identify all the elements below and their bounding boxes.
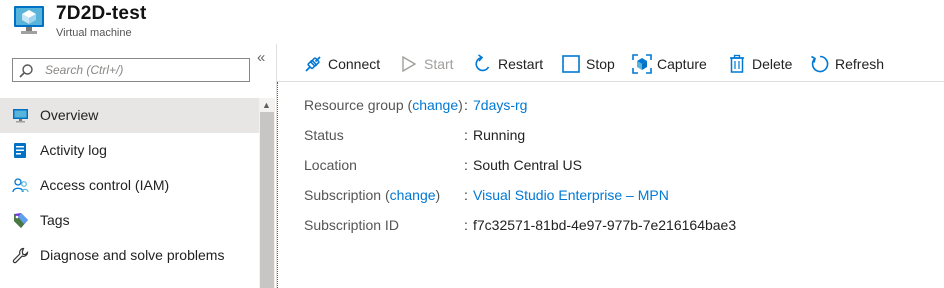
trash-icon bbox=[730, 54, 744, 73]
people-icon bbox=[12, 178, 29, 193]
sidebar-item-label: Overview bbox=[40, 107, 99, 123]
subscription-key: Subscription (change) bbox=[304, 187, 440, 203]
subscription-change-link[interactable]: change bbox=[390, 187, 436, 203]
capture-label: Capture bbox=[657, 56, 707, 72]
sidebar-item-overview[interactable]: Overview bbox=[0, 98, 259, 133]
subscription-value-link[interactable]: Visual Studio Enterprise – MPN bbox=[473, 187, 669, 203]
restart-icon bbox=[475, 54, 490, 72]
resource-group-row: Resource group (change) : 7days-rg bbox=[304, 95, 944, 125]
location-value: South Central US bbox=[473, 157, 582, 173]
status-key: Status bbox=[304, 127, 344, 143]
menu-nav: Overview Activity log Access control (IA… bbox=[0, 98, 259, 273]
field-separator: : bbox=[464, 187, 468, 203]
refresh-icon bbox=[811, 55, 829, 73]
paren-close: ) bbox=[458, 97, 463, 113]
sidebar-item-activity-log[interactable]: Activity log bbox=[0, 133, 259, 168]
status-value: Running bbox=[473, 127, 526, 143]
menu-search-box[interactable] bbox=[12, 58, 250, 82]
subscription-id-row: Subscription ID : f7c32571-81bd-4e97-977… bbox=[304, 215, 944, 245]
essentials-panel: Resource group (change) : 7days-rg Statu… bbox=[304, 95, 944, 245]
virtual-machine-icon bbox=[14, 6, 44, 34]
sidebar-item-label: Activity log bbox=[40, 142, 107, 158]
resource-group-change-link[interactable]: change bbox=[412, 97, 458, 113]
scrollbar-thumb[interactable] bbox=[260, 112, 274, 288]
connect-icon bbox=[305, 56, 321, 72]
sidebar-item-access-control[interactable]: Access control (IAM) bbox=[0, 168, 259, 203]
wrench-icon bbox=[12, 247, 29, 264]
resource-group-value-link[interactable]: 7days-rg bbox=[473, 97, 527, 113]
paren-close: ) bbox=[435, 187, 441, 203]
delete-label: Delete bbox=[752, 56, 793, 72]
start-label: Start bbox=[424, 56, 454, 72]
subscription-id-value: f7c32571-81bd-4e97-977b-7e216164bae3 bbox=[473, 217, 737, 233]
stop-label: Stop bbox=[586, 56, 615, 72]
tag-icon bbox=[14, 213, 28, 228]
subscription-key-label: Subscription bbox=[304, 187, 382, 203]
scroll-up-arrow-icon[interactable]: ▲ bbox=[262, 100, 271, 110]
restart-label: Restart bbox=[498, 56, 544, 72]
resource-group-key: Resource group (change) bbox=[304, 97, 463, 113]
resource-menu: « Overview Activity log bbox=[0, 44, 276, 288]
location-key: Location bbox=[304, 157, 357, 173]
sidebar-item-label: Tags bbox=[40, 212, 70, 228]
sidebar-item-diagnose[interactable]: Diagnose and solve problems bbox=[0, 238, 259, 273]
refresh-label: Refresh bbox=[835, 56, 885, 72]
play-icon bbox=[402, 55, 417, 73]
field-separator: : bbox=[464, 157, 468, 173]
capture-icon bbox=[632, 54, 652, 74]
resource-group-key-label: Resource group bbox=[304, 97, 404, 113]
resource-header: 7D2D-test Virtual machine bbox=[0, 0, 944, 44]
field-separator: : bbox=[464, 127, 468, 143]
menu-search-input[interactable] bbox=[45, 61, 245, 79]
field-separator: : bbox=[464, 97, 468, 113]
sidebar-item-tags[interactable]: Tags bbox=[0, 203, 259, 238]
status-row: Status : Running bbox=[304, 125, 944, 155]
collapse-menu-button[interactable]: « bbox=[257, 49, 265, 66]
subscription-row: Subscription (change) : Visual Studio En… bbox=[304, 185, 944, 215]
page-subtitle: Virtual machine bbox=[56, 27, 132, 39]
location-row: Location : South Central US bbox=[304, 155, 944, 185]
subscription-id-key: Subscription ID bbox=[304, 217, 399, 233]
activity-log-icon bbox=[14, 143, 26, 158]
sidebar-item-label: Diagnose and solve problems bbox=[40, 247, 225, 263]
sidebar-item-label: Access control (IAM) bbox=[40, 177, 170, 193]
stop-icon bbox=[562, 55, 580, 73]
command-bar: Connect Start Restart Stop Capture Delet… bbox=[277, 44, 944, 82]
search-icon bbox=[19, 64, 33, 78]
connect-label: Connect bbox=[328, 56, 381, 72]
menu-scrollbar[interactable]: ▲ bbox=[259, 98, 275, 288]
monitor-icon bbox=[13, 109, 28, 123]
content-focus-border bbox=[277, 82, 278, 288]
page-title: 7D2D-test bbox=[56, 3, 147, 24]
field-separator: : bbox=[464, 217, 468, 233]
